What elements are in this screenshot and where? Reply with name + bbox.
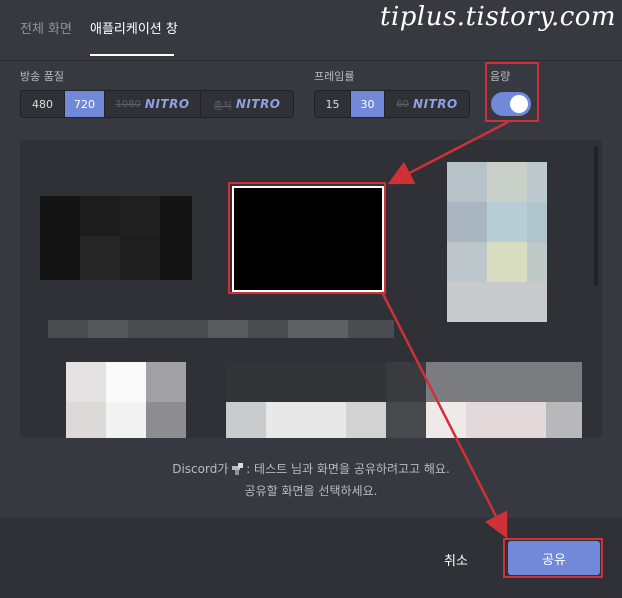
watermark: tiplus.tistory.com — [380, 2, 617, 32]
quality-option-720[interactable]: 720 — [65, 91, 105, 117]
active-tab-indicator — [90, 54, 174, 56]
cancel-button[interactable]: 취소 — [444, 550, 468, 569]
tab-application-window[interactable]: 애플리케이션 창 — [90, 18, 178, 37]
message-suffix: : 테스트 님과 화면을 공유하려고고 해요. — [246, 462, 450, 476]
window-caption-bar — [48, 320, 394, 338]
fps-option-60[interactable]: 60 NITRO — [385, 91, 469, 117]
window-thumbnail-3[interactable] — [447, 162, 547, 322]
fps-option-30[interactable]: 30 — [351, 91, 385, 117]
quality-source-label: 출처 — [213, 100, 232, 112]
selected-window-highlight-box — [228, 182, 386, 294]
share-button-highlight-box — [503, 538, 603, 578]
fps-option-15[interactable]: 15 — [315, 91, 351, 117]
quality-option-source[interactable]: 출처 NITRO — [201, 91, 293, 117]
app-icon — [232, 462, 246, 475]
frame-rate-label: 프레임률 — [314, 70, 355, 83]
fps-15-label: 15 — [325, 97, 340, 111]
fps-30-label: 30 — [360, 97, 375, 111]
nitro-badge: NITRO — [413, 97, 458, 111]
quality-720-label: 720 — [74, 97, 95, 111]
quality-1080-label: 1080 — [115, 98, 141, 110]
preview-scrollbar[interactable] — [594, 146, 598, 286]
share-instruction: 공유할 화면을 선택하세요. — [244, 484, 378, 498]
quality-option-480[interactable]: 480 — [21, 91, 65, 117]
quality-option-1080[interactable]: 1080 NITRO — [105, 91, 201, 117]
window-thumbnail-4[interactable] — [66, 362, 186, 438]
window-thumbnail-5[interactable] — [226, 362, 582, 438]
nitro-badge: NITRO — [235, 97, 281, 111]
message-prefix: Discord가 — [172, 462, 229, 476]
share-request-message: Discord가 : 테스트 님과 화면을 공유하려고고 해요. — [0, 460, 622, 478]
stream-quality-label: 방송 품질 — [20, 70, 64, 83]
frame-rate-selector: 15 30 60 NITRO — [314, 90, 470, 118]
tab-full-screen[interactable]: 전체 화면 — [20, 18, 72, 37]
stream-quality-selector: 480 720 1080 NITRO 출처 NITRO — [20, 90, 294, 118]
quality-480-label: 480 — [32, 97, 53, 111]
volume-highlight-box — [485, 62, 539, 122]
fps-60-label: 60 — [396, 98, 410, 110]
source-tabs: 전체 화면 애플리케이션 창 tiplus.tistory.com — [0, 0, 622, 61]
nitro-badge: NITRO — [144, 97, 190, 111]
window-thumbnail-1[interactable] — [40, 196, 192, 280]
